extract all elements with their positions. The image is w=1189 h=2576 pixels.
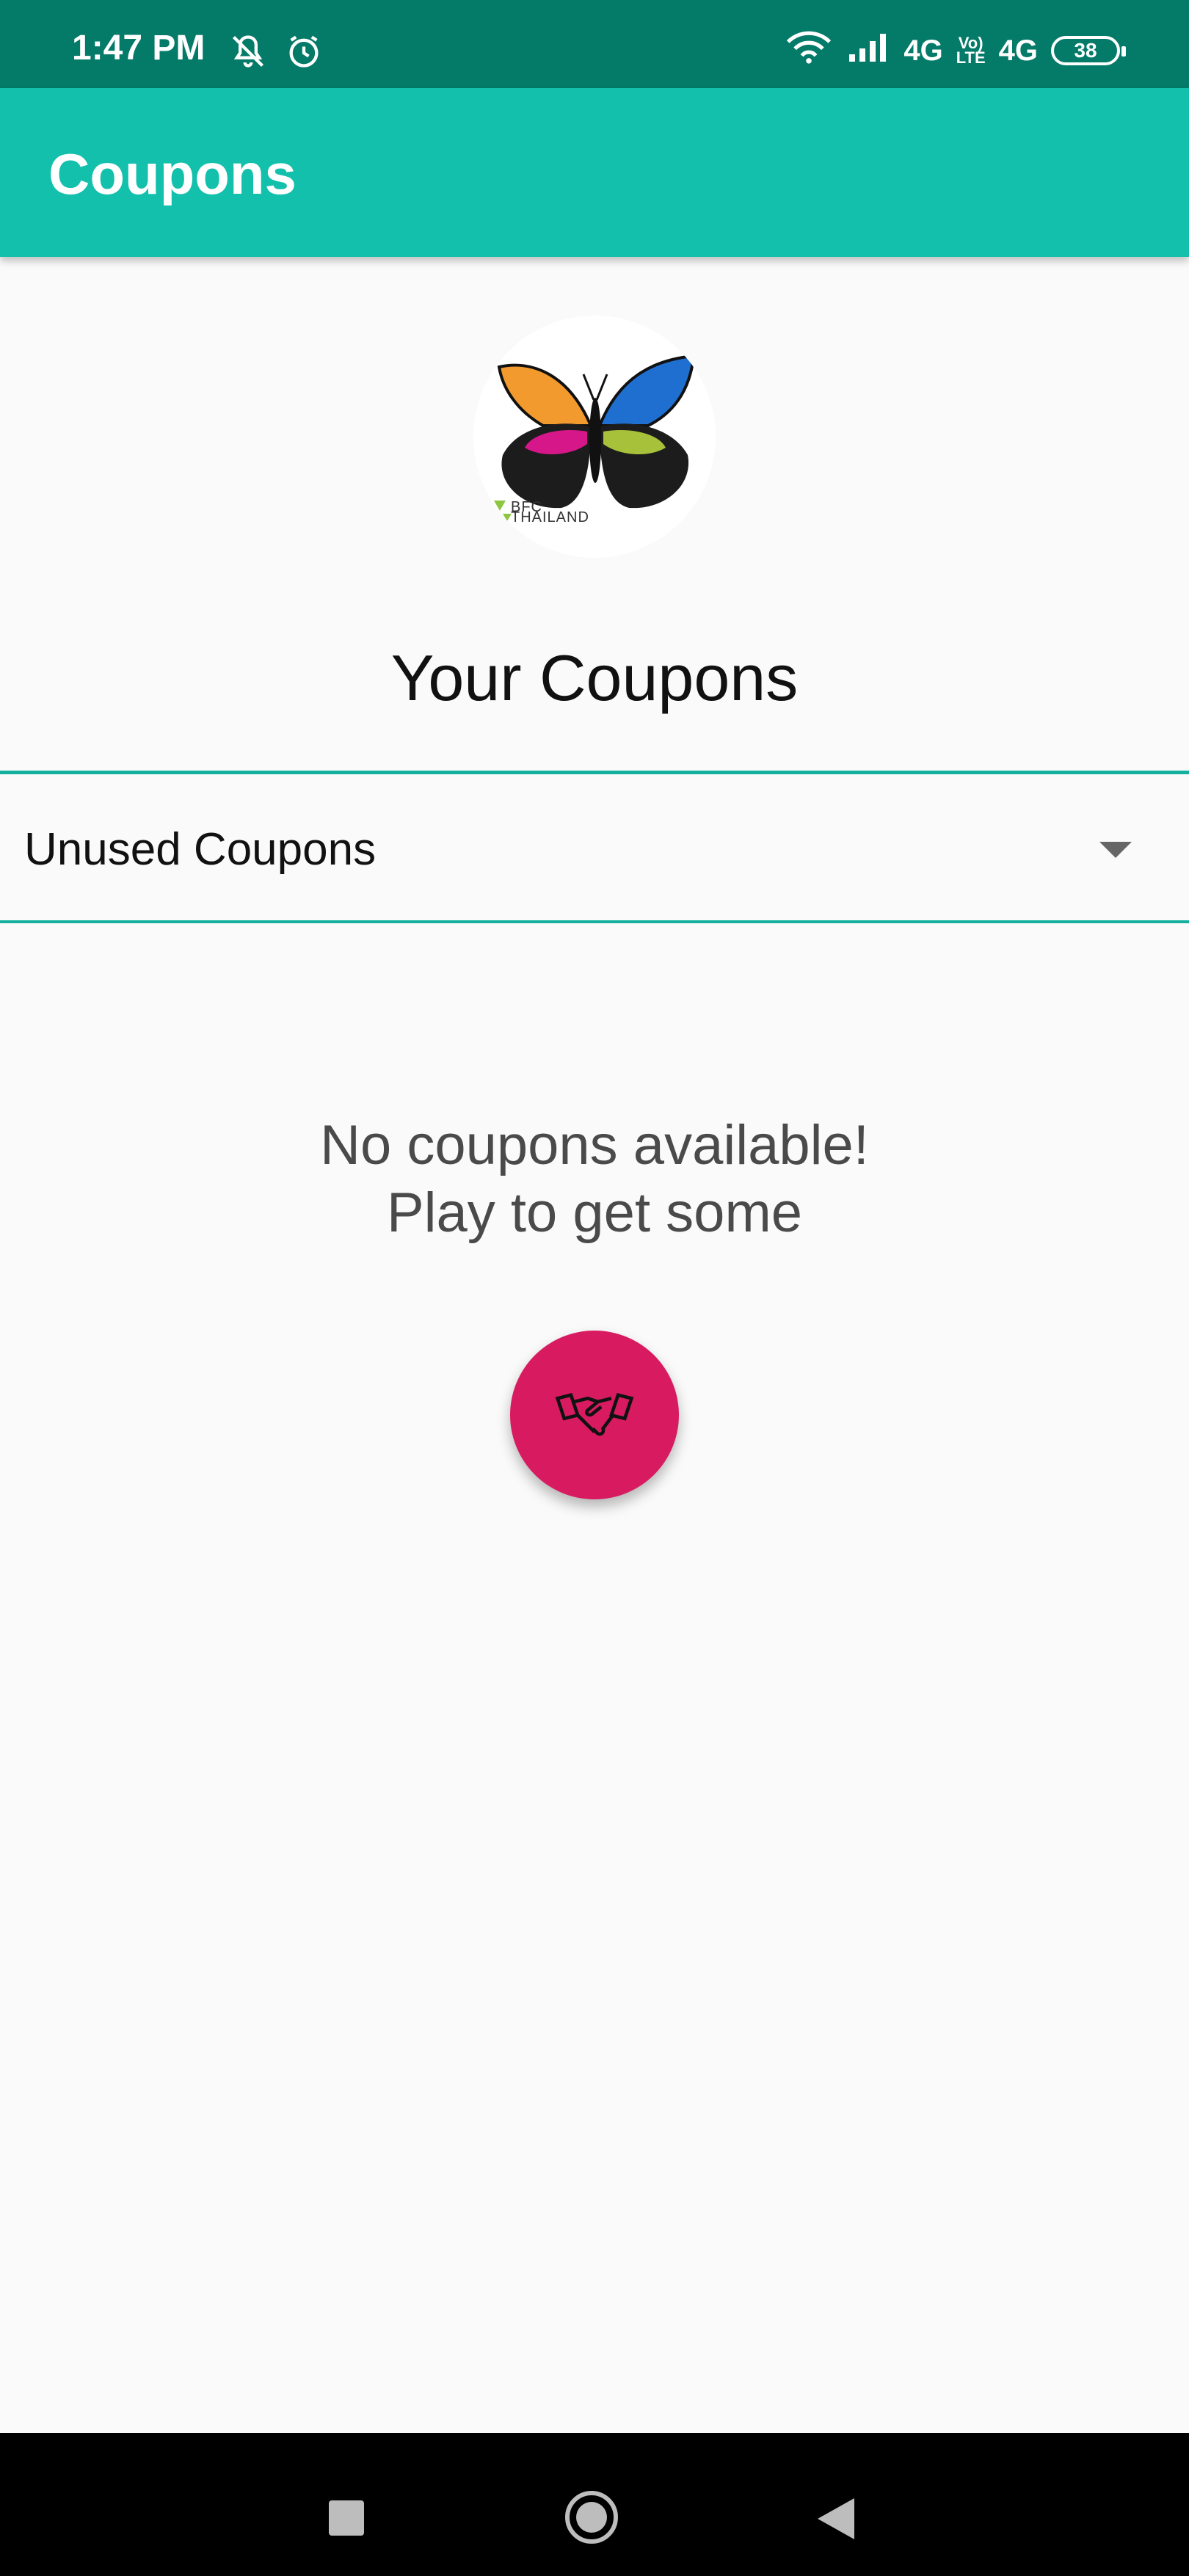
status-left-icons [229, 32, 323, 74]
play-fab-button[interactable] [510, 1331, 679, 1499]
recents-square-icon[interactable] [329, 2500, 364, 2536]
alarm-clock-icon [285, 32, 323, 74]
network-type-1: 4G [903, 34, 943, 67]
page-heading: Your Coupons [390, 641, 799, 714]
system-nav-bar [0, 2433, 1189, 2576]
status-bar: 1:47 PM 4G Vo) LTE 4G 38 [0, 0, 1189, 88]
muted-bell-icon [229, 32, 267, 74]
dropdown-selected-value: Unused Coupons [24, 824, 377, 875]
network-type-2: 4G [998, 34, 1038, 67]
butterfly-icon [494, 354, 696, 521]
volte-bottom: LTE [956, 48, 986, 67]
status-right-icons: 4G Vo) LTE 4G 38 [785, 29, 1126, 72]
handshake-icon [554, 1384, 635, 1447]
butterfly-logo [473, 316, 716, 558]
logo-text: BFC THAILAND [511, 500, 589, 525]
wifi-icon [785, 29, 833, 72]
empty-state-line2: Play to get some [386, 1182, 803, 1244]
battery-icon: 38 [1051, 36, 1126, 65]
volte-indicator: Vo) LTE [956, 35, 986, 67]
coupon-filter-dropdown[interactable]: Unused Coupons [0, 771, 1189, 923]
battery-level: 38 [1074, 39, 1097, 62]
back-triangle-icon[interactable] [818, 2498, 854, 2539]
empty-state-line1: No coupons available! [320, 1114, 869, 1176]
app-bar: Coupons [0, 88, 1189, 257]
home-circle-icon[interactable] [565, 2491, 618, 2544]
status-time: 1:47 PM [72, 29, 206, 68]
signal-strength-icon-1 [846, 31, 890, 70]
empty-state-message: No coupons available! Play to get some [0, 1112, 1189, 1247]
dropdown-arrow-icon [1099, 842, 1132, 858]
app-bar-title: Coupons [48, 142, 297, 206]
logo-text-line2: THAILAND [511, 509, 589, 525]
coupons-screen: 1:47 PM 4G Vo) LTE 4G 38 Coupons BFC THA… [0, 0, 1189, 2576]
